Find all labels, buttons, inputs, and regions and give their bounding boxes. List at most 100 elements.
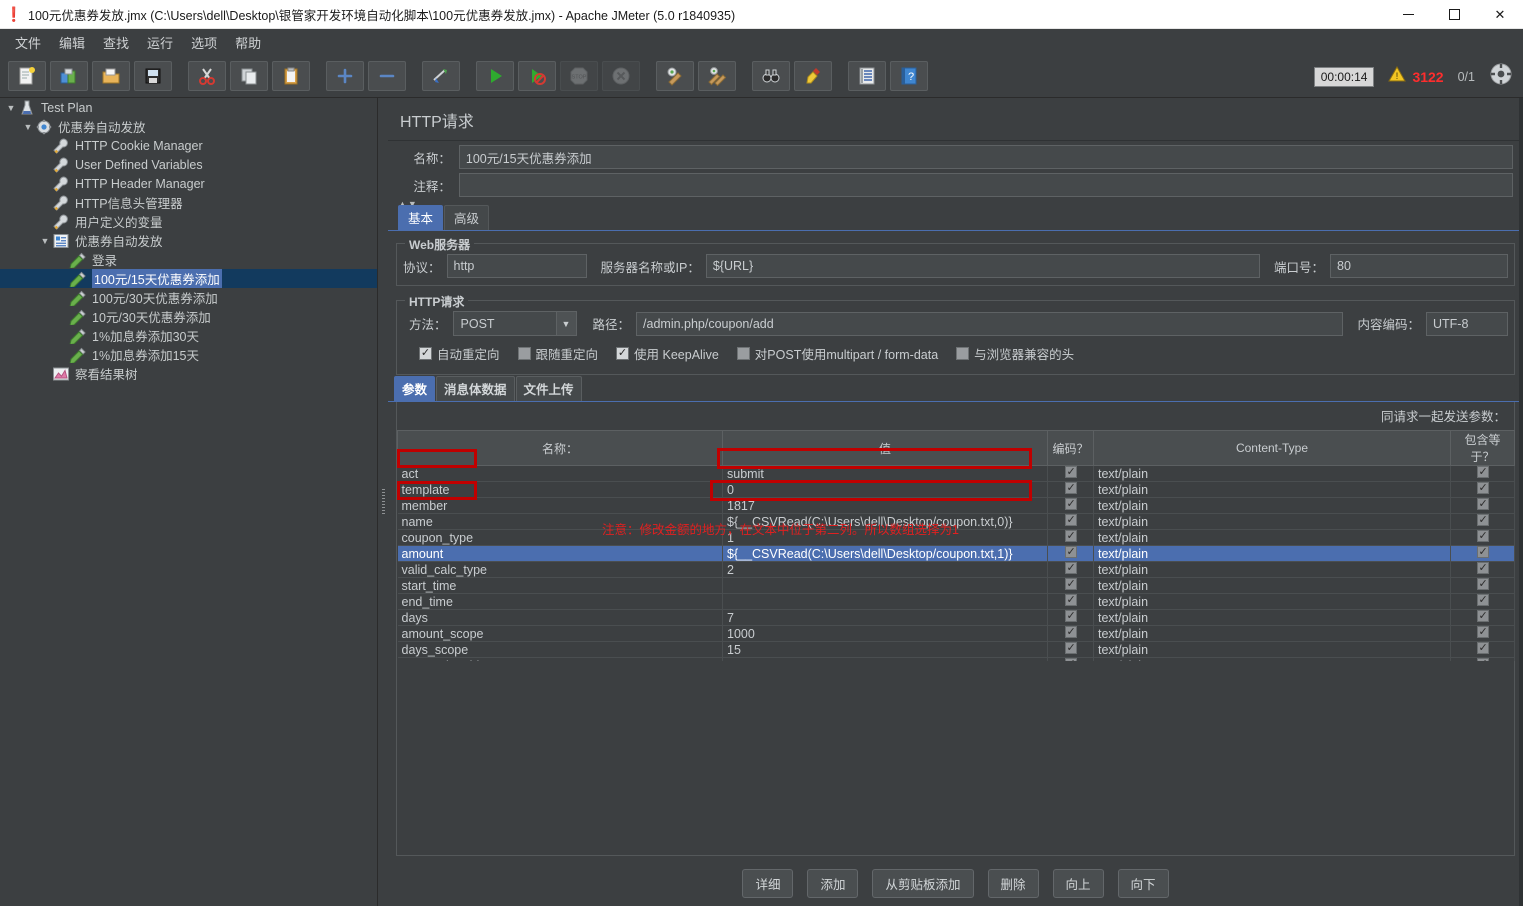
checkbox-checked-icon[interactable] <box>1476 642 1489 654</box>
param-encode-cell[interactable] <box>1047 561 1094 578</box>
tree-expand-toggle-icon[interactable]: ▼ <box>4 103 18 113</box>
splitter-handle[interactable] <box>381 489 385 515</box>
close-button[interactable]: ✕ <box>1477 0 1523 29</box>
server-input[interactable] <box>705 254 1260 278</box>
tab-basic[interactable]: 基本 <box>398 205 444 230</box>
checkbox-checked-icon[interactable] <box>1476 482 1489 494</box>
column-header-3[interactable]: Content-Type <box>1093 430 1451 466</box>
table-row[interactable]: member1817 text/plain <box>397 497 1515 514</box>
tree-node-6[interactable]: 用户定义的变量 <box>0 212 377 231</box>
param-value-cell[interactable]: 1000 <box>722 625 1048 642</box>
tree-node-12[interactable]: 1%加息券添加30天 <box>0 326 377 345</box>
param-value-cell[interactable] <box>722 577 1048 594</box>
column-header-4[interactable]: 包含等于？ <box>1450 430 1515 466</box>
checkbox-checked-icon[interactable] <box>1064 546 1077 558</box>
tree-node-14[interactable]: 察看结果树 <box>0 364 377 383</box>
add-button[interactable]: 添加 <box>807 869 859 898</box>
toolbar-start[interactable] <box>476 61 514 91</box>
param-content-type-cell[interactable]: text/plain <box>1093 641 1451 658</box>
checkbox-checked-icon[interactable] <box>616 347 630 360</box>
param-value-cell[interactable]: ${__CSVRead(C:\Users\dell\Desktop/coupon… <box>722 545 1048 562</box>
move-up-button[interactable]: 向上 <box>1052 869 1104 898</box>
subtab-body-data[interactable]: 消息体数据 <box>436 376 515 401</box>
param-content-type-cell[interactable]: text/plain <box>1093 497 1451 514</box>
param-encode-cell[interactable] <box>1047 577 1094 594</box>
checkbox-checked-icon[interactable] <box>1064 626 1077 638</box>
table-row[interactable]: template0 text/plain <box>397 481 1515 498</box>
param-name-cell[interactable]: member <box>397 497 723 514</box>
param-name-cell[interactable]: valid_calc_type <box>397 561 723 578</box>
param-content-type-cell[interactable]: text/plain <box>1093 513 1451 530</box>
tree-node-8[interactable]: 登录 <box>0 250 377 269</box>
checkbox-checked-icon[interactable] <box>1064 642 1077 654</box>
toolbar-templates[interactable] <box>50 61 88 91</box>
checkbox-checked-icon[interactable] <box>1476 466 1489 478</box>
checkbox-checked-icon[interactable] <box>1064 562 1077 574</box>
table-row[interactable]: start_time text/plain <box>397 577 1515 594</box>
param-value-cell[interactable] <box>722 593 1048 610</box>
subtab-parameters[interactable]: 参数 <box>394 376 436 401</box>
checkbox-checked-icon[interactable] <box>1064 578 1077 590</box>
warning-triangle-icon[interactable]: ! <box>1388 65 1407 87</box>
table-row[interactable]: days7 text/plain <box>397 609 1515 626</box>
param-encode-cell[interactable] <box>1047 497 1094 514</box>
path-input[interactable] <box>636 311 1344 336</box>
tree-node-4[interactable]: HTTP Header Manager <box>0 174 377 193</box>
param-encode-cell[interactable] <box>1047 481 1094 498</box>
toolbar-clear-all[interactable] <box>698 61 736 91</box>
checkbox-checked-icon[interactable] <box>1064 610 1077 622</box>
menu-edit[interactable]: 编辑 <box>50 30 94 55</box>
param-content-type-cell[interactable]: text/plain <box>1093 593 1451 610</box>
toolbar-toggle[interactable] <box>422 61 460 91</box>
checkbox-keepalive[interactable]: 使用 KeepAlive <box>616 344 719 363</box>
checkbox-checked-icon[interactable] <box>1476 562 1489 574</box>
checkbox-checked-icon[interactable] <box>1476 546 1489 558</box>
checkbox-checked-icon[interactable] <box>1064 514 1077 526</box>
protocol-input[interactable] <box>446 254 587 278</box>
column-header-2[interactable]: 编码？ <box>1047 430 1094 466</box>
checkbox-checked-icon[interactable] <box>1476 514 1489 526</box>
tree-node-7[interactable]: ▼ 优惠券自动发放 <box>0 231 377 250</box>
param-name-cell[interactable]: amount_scope <box>397 625 723 642</box>
main-vertical-scrollbar[interactable] <box>1519 98 1523 906</box>
column-header-0[interactable]: 名称： <box>397 430 723 466</box>
maximize-button[interactable] <box>1431 0 1477 29</box>
param-include-equals-cell[interactable] <box>1450 609 1515 626</box>
toolbar-reset-search[interactable] <box>794 61 832 91</box>
encoding-input[interactable] <box>1426 311 1508 336</box>
parameters-table[interactable]: 名称：值编码？Content-Type包含等于？ actsubmit text/p… <box>397 430 1515 674</box>
toolbar-open[interactable] <box>92 61 130 91</box>
toolbar-shutdown[interactable] <box>602 61 640 91</box>
delete-button[interactable]: 删除 <box>987 869 1039 898</box>
checkbox-checked-icon[interactable] <box>1476 610 1489 622</box>
collapse-toggle[interactable]: ▲▼ <box>388 197 1523 209</box>
port-input[interactable] <box>1330 254 1508 278</box>
param-include-equals-cell[interactable] <box>1450 481 1515 498</box>
checkbox-checked-icon[interactable] <box>1476 626 1489 638</box>
checkbox-checked-icon[interactable] <box>1064 466 1077 478</box>
param-include-equals-cell[interactable] <box>1450 545 1515 562</box>
menu-file[interactable]: 文件 <box>6 30 50 55</box>
comment-input[interactable] <box>458 173 1513 197</box>
test-plan-tree[interactable]: ▼ Test Plan ▼ 优惠券自动发放 HTTP Cookie Manager Use… <box>0 98 378 906</box>
toolbar-stop[interactable]: STOP <box>560 61 598 91</box>
param-value-cell[interactable]: 1817 <box>722 497 1048 514</box>
chevron-down-icon[interactable]: ▼ <box>555 312 576 335</box>
checkbox-unchecked-icon[interactable] <box>736 347 750 360</box>
toolbar-save[interactable] <box>134 61 172 91</box>
param-encode-cell[interactable] <box>1047 641 1094 658</box>
toolbar-new[interactable] <box>8 61 46 91</box>
checkbox-follow-redirect[interactable]: 跟随重定向 <box>517 344 598 363</box>
param-name-cell[interactable]: days <box>397 609 723 626</box>
param-include-equals-cell[interactable] <box>1450 465 1515 482</box>
toolbar-copy[interactable] <box>230 61 268 91</box>
param-include-equals-cell[interactable] <box>1450 497 1515 514</box>
toolbar-paste[interactable] <box>272 61 310 91</box>
detail-button[interactable]: 详细 <box>742 869 794 898</box>
checkbox-checked-icon[interactable] <box>1476 594 1489 606</box>
param-name-cell[interactable]: amount <box>397 545 723 562</box>
param-content-type-cell[interactable]: text/plain <box>1093 609 1451 626</box>
tree-node-2[interactable]: HTTP Cookie Manager <box>0 136 377 155</box>
table-row[interactable]: amount ${__CSVRead(C:\Users\dell\Desktop/… <box>397 545 1515 562</box>
tree-expand-toggle-icon[interactable]: ▼ <box>21 122 35 132</box>
